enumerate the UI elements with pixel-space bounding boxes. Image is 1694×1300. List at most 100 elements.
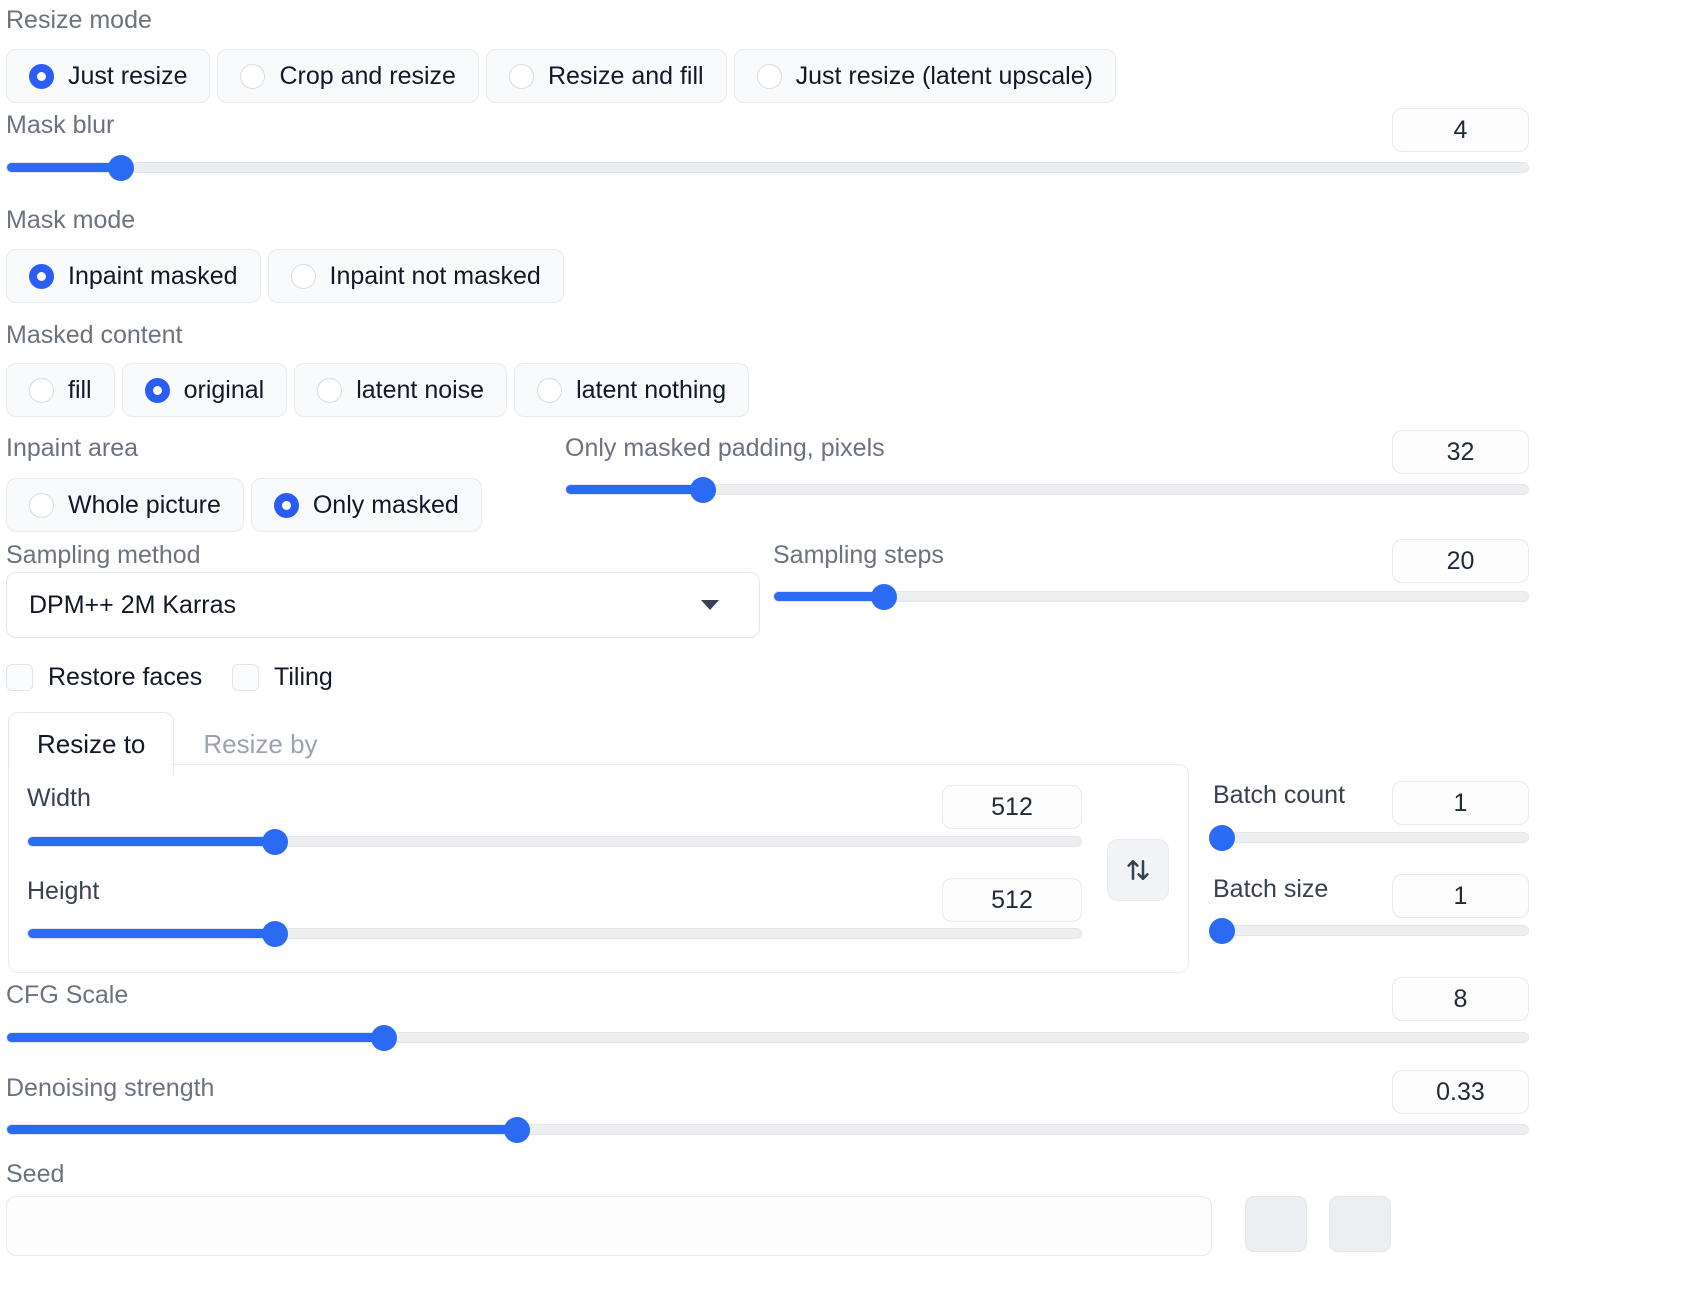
inpaint-area-option-whole-picture[interactable]: Whole picture (6, 478, 244, 532)
checkbox-icon[interactable] (6, 664, 33, 691)
inpaint-area-label: Inpaint area (6, 434, 139, 462)
seed-input[interactable] (6, 1196, 1212, 1256)
slider-fill (566, 485, 703, 494)
option-label: latent noise (356, 375, 485, 404)
height-value-input[interactable]: 512 (942, 878, 1082, 922)
slider-knob[interactable] (1208, 917, 1235, 944)
resize-mode-option-just-resize-latent-upscale[interactable]: Just resize (latent upscale) (733, 49, 1116, 103)
width-slider[interactable] (27, 828, 1082, 855)
sampling-steps-slider[interactable] (773, 583, 1529, 610)
radio-icon (29, 377, 54, 403)
masked-content-option-original[interactable]: original (121, 363, 288, 417)
masked-content-option-latent-nothing[interactable]: latent nothing (514, 363, 750, 417)
denoising-strength-slider[interactable] (6, 1116, 1529, 1143)
mask-blur-label: Mask blur (6, 111, 115, 139)
batch-count-label: Batch count (1213, 781, 1346, 809)
resize-mode-option-just-resize[interactable]: Just resize (6, 49, 211, 103)
restore-faces-label: Restore faces (48, 663, 203, 691)
slider-knob[interactable] (503, 1116, 530, 1143)
sampling-steps-value-input[interactable]: 20 (1392, 539, 1529, 583)
slider-fill (28, 837, 276, 846)
cfg-scale-value-input[interactable]: 8 (1392, 977, 1529, 1021)
batch-size-slider[interactable] (1208, 917, 1529, 944)
height-label: Height (27, 877, 100, 905)
sampling-method-value: DPM++ 2M Karras (29, 590, 237, 619)
swap-vertical-icon (1127, 860, 1149, 880)
radio-icon (537, 377, 563, 403)
slider-knob[interactable] (262, 920, 289, 947)
mask-blur-slider[interactable] (6, 154, 1529, 181)
width-label: Width (27, 784, 91, 812)
recycle-seed-button[interactable] (1245, 1196, 1307, 1252)
slider-knob[interactable] (871, 583, 898, 610)
slider-knob[interactable] (1208, 824, 1235, 851)
swap-dimensions-button[interactable] (1107, 839, 1169, 901)
chevron-down-icon[interactable] (701, 600, 719, 610)
restore-faces-checkbox-row[interactable]: Restore faces (6, 663, 202, 692)
slider-fill (774, 592, 885, 601)
radio-icon (317, 377, 343, 403)
slider-knob[interactable] (108, 154, 135, 181)
only-masked-padding-slider[interactable] (565, 476, 1529, 503)
mask-mode-radio-group[interactable]: Inpaint masked Inpaint not masked (6, 249, 564, 303)
inpaint-area-radio-group[interactable]: Whole picture Only masked (6, 478, 482, 532)
resize-mode-radio-group[interactable]: Just resize Crop and resize Resize and f… (6, 49, 1116, 103)
tab-resize-to[interactable]: Resize to (8, 712, 175, 775)
radio-icon-selected (29, 263, 54, 289)
denoising-strength-label: Denoising strength (6, 1074, 215, 1102)
slider-fill (7, 1033, 385, 1042)
masked-content-option-fill[interactable]: fill (6, 363, 115, 417)
mask-mode-label: Mask mode (6, 206, 136, 234)
mask-mode-option-inpaint-masked[interactable]: Inpaint masked (6, 249, 261, 303)
radio-icon-selected (29, 63, 54, 89)
width-value-input[interactable]: 512 (942, 785, 1082, 829)
masked-content-option-latent-noise[interactable]: latent noise (294, 363, 508, 417)
sampling-method-label: Sampling method (6, 541, 201, 569)
only-masked-padding-value-input[interactable]: 32 (1392, 430, 1529, 474)
batch-size-label: Batch size (1213, 875, 1329, 903)
batch-count-slider[interactable] (1208, 824, 1529, 851)
slider-knob[interactable] (371, 1024, 398, 1051)
checkbox-icon[interactable] (232, 664, 259, 691)
only-masked-padding-label: Only masked padding, pixels (565, 434, 885, 462)
option-label: Inpaint not masked (329, 261, 541, 290)
batch-count-value-input[interactable]: 1 (1392, 781, 1529, 825)
resize-mode-label: Resize mode (6, 6, 152, 34)
random-seed-button[interactable] (1329, 1196, 1391, 1252)
radio-icon (508, 63, 534, 89)
tiling-label: Tiling (274, 663, 333, 691)
masked-content-radio-group[interactable]: fill original latent noise latent nothin… (6, 363, 750, 417)
option-label: Just resize (latent upscale) (795, 61, 1093, 90)
radio-icon (29, 492, 54, 518)
slider-fill (28, 929, 276, 938)
resize-mode-option-resize-and-fill[interactable]: Resize and fill (485, 49, 727, 103)
cfg-scale-label: CFG Scale (6, 981, 129, 1009)
radio-icon-selected (273, 492, 299, 518)
height-slider[interactable] (27, 920, 1082, 947)
cfg-scale-slider[interactable] (6, 1024, 1529, 1051)
inpaint-settings-panel: Resize mode Just resize Crop and resize … (0, 0, 1694, 1300)
resize-mode-option-crop-and-resize[interactable]: Crop and resize (217, 49, 479, 103)
inpaint-area-option-only-masked[interactable]: Only masked (250, 478, 482, 532)
batch-size-value-input[interactable]: 1 (1392, 874, 1529, 918)
sampling-steps-label: Sampling steps (773, 541, 944, 569)
radio-icon-selected (144, 377, 170, 403)
mask-blur-value-input[interactable]: 4 (1392, 108, 1529, 152)
option-label: original (183, 375, 265, 404)
masked-content-label: Masked content (6, 321, 183, 349)
slider-fill (7, 163, 122, 172)
tiling-checkbox-row[interactable]: Tiling (232, 663, 333, 692)
option-label: Crop and resize (279, 61, 456, 90)
radio-icon (756, 63, 782, 89)
slider-knob[interactable] (262, 828, 289, 855)
mask-mode-option-inpaint-not-masked[interactable]: Inpaint not masked (267, 249, 564, 303)
option-label: Only masked (312, 490, 459, 519)
option-label: Whole picture (68, 490, 221, 519)
slider-fill (7, 1125, 517, 1134)
denoising-strength-value-input[interactable]: 0.33 (1392, 1070, 1529, 1114)
seed-label: Seed (6, 1160, 65, 1188)
sampling-method-dropdown[interactable]: DPM++ 2M Karras (6, 572, 760, 638)
option-label: Inpaint masked (68, 261, 238, 290)
radio-icon (240, 63, 266, 89)
slider-knob[interactable] (689, 476, 716, 503)
